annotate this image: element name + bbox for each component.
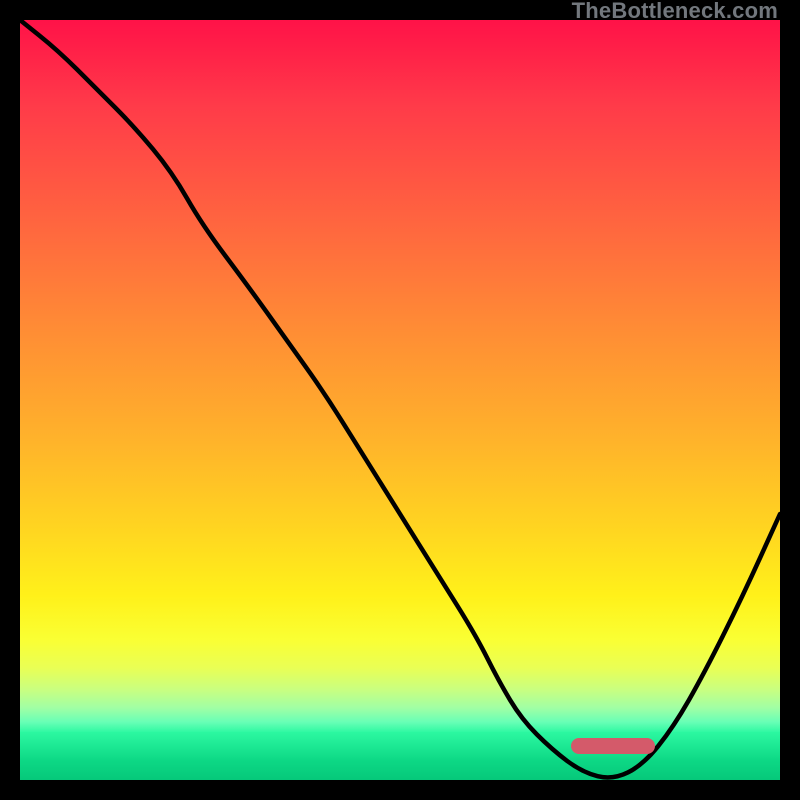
- heat-gradient: [20, 20, 780, 740]
- chart-frame: TheBottleneck.com: [0, 0, 800, 800]
- optimal-band: [20, 732, 780, 780]
- plot-area: [20, 20, 780, 780]
- optimum-marker: [571, 738, 655, 754]
